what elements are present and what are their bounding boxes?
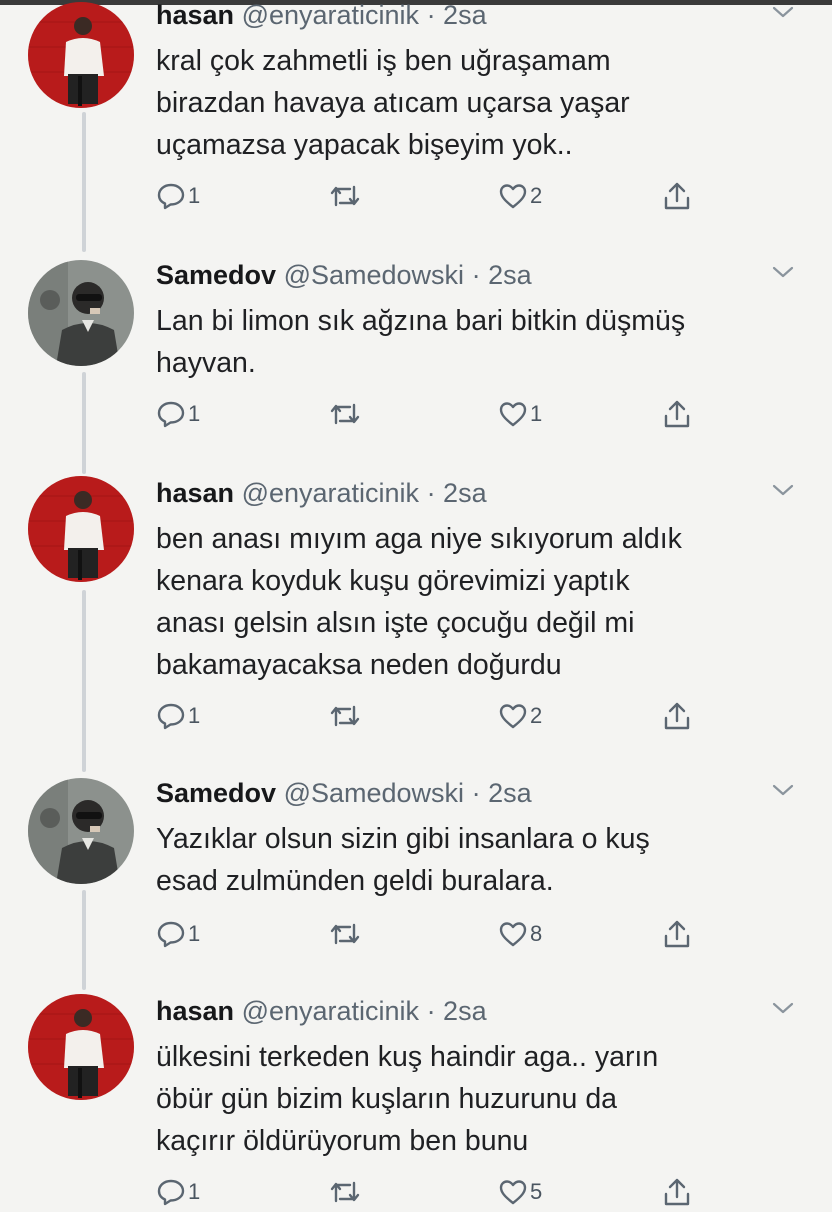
share-button[interactable] [662,914,692,954]
retweet-icon [328,1177,362,1207]
like-count: 1 [530,401,543,426]
share-icon [662,1176,692,1208]
reply-button[interactable]: 1 [156,176,200,216]
author-name[interactable]: Samedov [156,260,276,290]
tweet[interactable]: Samedov @Samedowski · 2sa Yazıklar olsun… [0,774,832,974]
chevron-down-icon[interactable] [770,2,796,22]
like-button[interactable]: 5 [498,1172,542,1212]
tweet-actions: 1 5 [156,1172,716,1212]
share-button[interactable] [662,696,692,736]
reply-icon [156,181,186,211]
author-handle[interactable]: @enyaraticinik [242,0,419,30]
tweet-text: Yazıklar olsun sizin gibi insanlara o ku… [156,823,650,897]
tweet-actions: 1 8 [156,914,716,954]
reply-button[interactable]: 1 [156,394,200,434]
reply-count: 1 [188,1179,201,1204]
tweet-actions: 1 1 [156,394,716,434]
heart-icon [498,701,528,731]
tweet[interactable]: hasan @enyaraticinik · 2sa kral çok zahm… [0,0,832,236]
tweet[interactable]: hasan @enyaraticinik · 2sa ben anası mıy… [0,474,832,754]
heart-icon [498,181,528,211]
like-count: 5 [530,1179,543,1204]
reply-button[interactable]: 1 [156,696,200,736]
chevron-down-icon[interactable] [770,480,796,500]
tweet-header: hasan @enyaraticinik · 2sa [156,476,487,510]
author-handle[interactable]: @enyaraticinik [242,996,419,1026]
tweet-time: · 2sa [471,260,532,290]
reply-count: 1 [188,921,201,946]
retweet-button[interactable] [328,1172,364,1212]
reply-icon [156,919,186,949]
retweet-icon [328,399,362,429]
tweet-text: ben anası mıyım aga niye sıkıyorum aldık… [156,523,682,681]
tweet-text: Lan bi limon sık ağzına bari bitkin düşm… [156,305,686,379]
author-name[interactable]: hasan [156,478,234,508]
samedov-avatar[interactable] [28,260,134,366]
retweet-button[interactable] [328,176,364,216]
reply-icon [156,701,186,731]
tweet-header: hasan @enyaraticinik · 2sa [156,0,487,32]
reply-icon [156,1177,186,1207]
tweet-header: Samedov @Samedowski · 2sa [156,258,532,292]
share-button[interactable] [662,176,692,216]
tweet[interactable]: hasan @enyaraticinik · 2sa ülkesini terk… [0,992,832,1206]
share-icon [662,700,692,732]
reply-button[interactable]: 1 [156,914,200,954]
samedov-avatar[interactable] [28,778,134,884]
tweet-actions: 1 2 [156,696,716,736]
author-name[interactable]: hasan [156,996,234,1026]
hasan-avatar[interactable] [28,2,134,108]
reply-count: 1 [188,401,201,426]
share-icon [662,918,692,950]
chevron-down-icon[interactable] [770,780,796,800]
hasan-avatar[interactable] [28,476,134,582]
like-count: 2 [530,183,543,208]
like-count: 8 [530,921,543,946]
tweet-time: · 2sa [426,0,487,30]
like-button[interactable]: 2 [498,696,542,736]
reply-count: 1 [188,183,201,208]
author-handle[interactable]: @Samedowski [284,778,464,808]
share-button[interactable] [662,1172,692,1212]
author-handle[interactable]: @enyaraticinik [242,478,419,508]
tweet-header: hasan @enyaraticinik · 2sa [156,994,487,1028]
chevron-down-icon[interactable] [770,262,796,282]
chevron-down-icon[interactable] [770,998,796,1018]
retweet-icon [328,701,362,731]
tweet-time: · 2sa [471,778,532,808]
reply-count: 1 [188,703,201,728]
share-button[interactable] [662,394,692,434]
retweet-button[interactable] [328,696,364,736]
hasan-avatar[interactable] [28,994,134,1100]
tweet[interactable]: Samedov @Samedowski · 2sa Lan bi limon s… [0,256,832,456]
share-icon [662,398,692,430]
tweet-header: Samedov @Samedowski · 2sa [156,776,532,810]
heart-icon [498,1177,528,1207]
like-button[interactable]: 2 [498,176,542,216]
like-count: 2 [530,703,543,728]
retweet-icon [328,181,362,211]
author-name[interactable]: hasan [156,0,234,30]
like-button[interactable]: 1 [498,394,542,434]
retweet-button[interactable] [328,394,364,434]
author-name[interactable]: Samedov [156,778,276,808]
author-handle[interactable]: @Samedowski [284,260,464,290]
retweet-icon [328,919,362,949]
retweet-button[interactable] [328,914,364,954]
share-icon [662,180,692,212]
tweet-text: kral çok zahmetli iş ben uğraşamam biraz… [156,45,630,161]
tweet-time: · 2sa [426,478,487,508]
heart-icon [498,919,528,949]
tweet-actions: 1 2 [156,176,716,216]
tweet-time: · 2sa [426,996,487,1026]
like-button[interactable]: 8 [498,914,542,954]
reply-icon [156,399,186,429]
tweet-text: ülkesini terkeden kuş haindir aga.. yarı… [156,1041,659,1157]
heart-icon [498,399,528,429]
reply-button[interactable]: 1 [156,1172,200,1212]
